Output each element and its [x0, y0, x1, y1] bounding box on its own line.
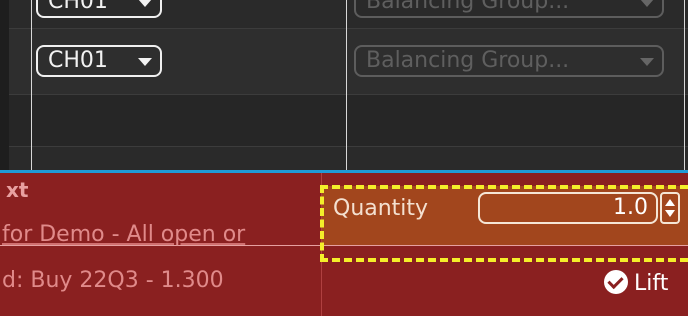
focus-highlight	[320, 185, 688, 262]
caret-down-icon	[640, 58, 654, 66]
caret-down-icon	[640, 0, 654, 7]
channel-dropdown-label: CH01	[48, 48, 108, 73]
caret-down-icon	[138, 58, 152, 66]
column-divider	[346, 0, 347, 172]
check-circle-icon	[604, 270, 628, 294]
lift-button[interactable]: Lift	[604, 270, 668, 296]
panel-description-link[interactable]: for Demo - All open or	[2, 222, 245, 247]
lift-label: Lift	[634, 271, 669, 296]
balancing-group-label: Balancing Group...	[366, 0, 570, 14]
order-summary: d: Buy 22Q3 - 1.300	[2, 268, 224, 293]
row-divider	[0, 28, 688, 29]
balancing-group-label: Balancing Group...	[366, 48, 570, 73]
column-divider	[684, 0, 685, 172]
grid-row	[0, 146, 688, 172]
balancing-group-dropdown[interactable]: Balancing Group...	[354, 45, 664, 77]
panel-title: xt	[6, 178, 29, 202]
channel-grid: CH01 Balancing Group... CH01 Balancing G…	[0, 0, 688, 172]
column-divider	[31, 0, 32, 172]
channel-dropdown[interactable]: CH01	[36, 45, 162, 77]
channel-dropdown-label: CH01	[48, 0, 108, 14]
row-divider	[0, 146, 688, 147]
grid-left-edge	[0, 0, 9, 172]
grid-row	[0, 94, 688, 146]
caret-down-icon	[138, 0, 152, 7]
channel-dropdown[interactable]: CH01	[36, 0, 162, 18]
row-divider	[0, 94, 688, 95]
balancing-group-dropdown[interactable]: Balancing Group...	[354, 0, 664, 18]
